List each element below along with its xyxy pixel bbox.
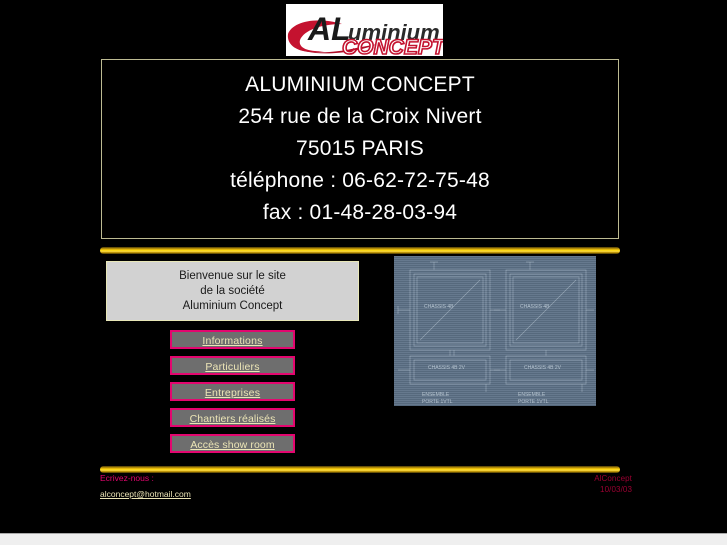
bp-label-right-bottom-1: ENSEMBLE — [518, 392, 546, 398]
nav-chantiers-realises[interactable]: Chantiers réalisés — [170, 408, 295, 427]
contact-info-box: ALUMINIUM CONCEPT 254 rue de la Croix Ni… — [101, 59, 619, 239]
company-fax: fax : 01-48-28-03-94 — [262, 201, 458, 224]
bp-label-left-bottom-1: ENSEMBLE — [422, 392, 450, 398]
svg-text:CONCEPT: CONCEPT — [342, 36, 443, 56]
company-street: 254 rue de la Croix Nivert — [238, 105, 482, 128]
bp-label-right-top: CHASSIS 4B — [520, 304, 550, 310]
nav-entreprises-label: Entreprises — [204, 387, 261, 399]
welcome-line-1: Bienvenue sur le site — [179, 269, 286, 282]
welcome-line-2: de la société — [200, 284, 265, 297]
footer-date: 10/03/03 — [600, 485, 632, 494]
logo-graphic: AL uminium CONCEPT — [286, 4, 443, 56]
nav-informations[interactable]: Informations — [170, 330, 295, 349]
nav-informations-label: Informations — [202, 335, 263, 347]
blueprint-labels: CHASSIS 4B CHASSIS 4B CHASSIS 4B 2V CHAS… — [422, 304, 562, 405]
bp-label-left-top: CHASSIS 4B — [424, 304, 454, 310]
divider-bar-top — [100, 247, 620, 254]
blueprint-image: CHASSIS 4B CHASSIS 4B CHASSIS 4B 2V CHAS… — [394, 256, 596, 406]
logo-canvas: AL uminium CONCEPT — [286, 4, 443, 56]
nav-entreprises[interactable]: Entreprises — [170, 382, 295, 401]
footer-email-link[interactable]: alconcept@hotmail.com — [100, 489, 191, 500]
footer-brand: AlConcept — [594, 474, 632, 483]
company-phone: téléphone : 06-62-72-75-48 — [230, 169, 490, 192]
site-logo: AL uminium CONCEPT — [286, 4, 443, 56]
welcome-line-3: Aluminium Concept — [182, 299, 283, 312]
main-navigation: Informations Particuliers Entreprises Ch… — [170, 330, 295, 453]
bp-label-left-mid: CHASSIS 4B 2V — [428, 365, 466, 371]
divider-bar-bottom — [100, 466, 620, 473]
blueprint-drawing: CHASSIS 4B CHASSIS 4B CHASSIS 4B 2V CHAS… — [397, 261, 594, 405]
footer-credits: AlConcept 10/03/03 — [594, 473, 632, 495]
nav-particuliers-label: Particuliers — [205, 361, 260, 373]
nav-acces-show-room[interactable]: Accès show room — [170, 434, 295, 453]
nav-particuliers[interactable]: Particuliers — [170, 356, 295, 375]
nav-acces-show-room-label: Accès show room — [190, 439, 275, 451]
company-city: 75015 PARIS — [296, 137, 424, 160]
os-bottom-strip — [0, 533, 727, 545]
bp-label-left-bottom-2: PORTE 1VTL — [422, 399, 453, 405]
page-root: AL uminium CONCEPT ALUMINIUM CONCEPT 254… — [0, 0, 727, 533]
bp-label-right-bottom-2: PORTE 1VTL — [518, 399, 549, 405]
logo-concept-text: CONCEPT — [341, 35, 443, 56]
bp-label-right-mid: CHASSIS 4B 2V — [524, 365, 562, 371]
welcome-box: Bienvenue sur le site de la société Alum… — [106, 261, 359, 321]
nav-chantiers-realises-label: Chantiers réalisés — [189, 413, 276, 425]
footer-contact: Ecrivez-nous : alconcept@hotmail.com — [100, 473, 360, 502]
footer-write-label: Ecrivez-nous : — [100, 473, 154, 483]
company-name: ALUMINIUM CONCEPT — [245, 73, 475, 96]
